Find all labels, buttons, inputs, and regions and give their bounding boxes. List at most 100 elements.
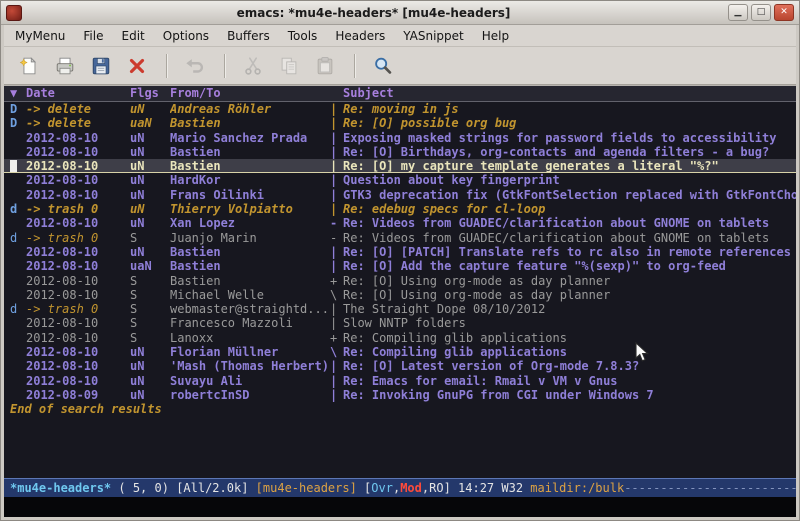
- message-mark: [10, 188, 26, 202]
- modeline-segment-red: Mod: [400, 481, 422, 495]
- message-row[interactable]: 2012-08-10SMichael Welle\Re: [O] Using o…: [4, 288, 796, 302]
- column-header-subject[interactable]: Subject: [343, 86, 796, 101]
- message-flags: uN: [130, 173, 170, 187]
- search-button[interactable]: [366, 51, 399, 81]
- column-header-date[interactable]: Date: [26, 86, 130, 101]
- titlebar[interactable]: emacs: *mu4e-headers* [mu4e-headers] ▁ □…: [1, 1, 799, 25]
- message-mark: [10, 316, 26, 330]
- save-button[interactable]: [84, 51, 117, 81]
- sort-direction-icon[interactable]: ▼: [10, 86, 26, 101]
- message-subject: Re: Compiling glib applications: [343, 345, 796, 359]
- headers-buffer[interactable]: ▼ Date Flgs From/To Subject D-> deleteuN…: [4, 85, 796, 478]
- maximize-button[interactable]: □: [751, 4, 771, 21]
- message-subject: Exposing masked strings for password fie…: [343, 131, 796, 145]
- message-flags: S: [130, 302, 170, 316]
- message-flags: uN: [130, 131, 170, 145]
- cut-button[interactable]: [236, 51, 269, 81]
- search-icon: [372, 55, 394, 77]
- modeline-segment-dashes: ----------------------------------------…: [624, 481, 796, 495]
- minimize-button[interactable]: ▁: [728, 4, 748, 21]
- message-from: Xan Lopez: [170, 216, 330, 230]
- message-row[interactable]: 2012-08-10uNMario Sanchez Prada|Exposing…: [4, 131, 796, 145]
- close-button[interactable]: ✕: [774, 4, 794, 21]
- message-row[interactable]: 2012-08-10uNBastien|Re: [O] [PATCH] Tran…: [4, 245, 796, 259]
- message-row[interactable]: 2012-08-10uN'Mash (Thomas Herbert)|Re: […: [4, 359, 796, 373]
- message-row[interactable]: D-> deleteuaNBastien|Re: [O] possible or…: [4, 116, 796, 130]
- message-row[interactable]: 2012-08-10SFrancesco Mazzoli|Slow NNTP f…: [4, 316, 796, 330]
- message-mark: d: [10, 231, 26, 245]
- message-subject: Re: Videos from GUADEC/clarification abo…: [343, 216, 796, 230]
- message-row[interactable]: d-> trash 0SJuanjo Marin-Re: Videos from…: [4, 231, 796, 245]
- message-row[interactable]: d-> trash 0Swebmaster@straightd...|The S…: [4, 302, 796, 316]
- message-from: Bastien: [170, 259, 330, 273]
- message-subject: Re: [O] Add the capture feature "%(sexp)…: [343, 259, 796, 273]
- message-from: Bastien: [170, 145, 330, 159]
- message-date: 2012-08-10: [26, 359, 130, 373]
- message-row[interactable]: 2012-08-10uNBastien|Re: [O] Birthdays, o…: [4, 145, 796, 159]
- message-from: Mario Sanchez Prada: [170, 131, 330, 145]
- echo-area[interactable]: [4, 497, 796, 517]
- cut-icon: [242, 55, 264, 77]
- message-row[interactable]: 2012-08-10uNSuvayu Ali|Re: Emacs for ema…: [4, 374, 796, 388]
- message-sep: -: [330, 216, 343, 230]
- message-row[interactable]: 2012-08-10uNFlorian Müllner\Re: Compilin…: [4, 345, 796, 359]
- print-icon: [54, 55, 76, 77]
- column-header-from[interactable]: From/To: [170, 86, 330, 101]
- message-row[interactable]: 2012-08-10SBastien+Re: [O] Using org-mod…: [4, 274, 796, 288]
- message-from: Frans Oilinki: [170, 188, 330, 202]
- message-mark: d: [10, 202, 26, 216]
- message-row[interactable]: 2012-08-10uNXan Lopez-Re: Videos from GU…: [4, 216, 796, 230]
- copy-button[interactable]: [272, 51, 305, 81]
- message-row[interactable]: 2012-08-10uaNBastien|Re: [O] Add the cap…: [4, 259, 796, 273]
- close-buffer-button[interactable]: [120, 51, 153, 81]
- modeline[interactable]: *mu4e-headers* ( 5, 0) [All/2.0k] [mu4e-…: [4, 478, 796, 497]
- message-row[interactable]: D-> deleteuNAndreas Röhler|Re: moving in…: [4, 102, 796, 116]
- menu-buffers[interactable]: Buffers: [218, 27, 279, 45]
- undo-button[interactable]: [178, 51, 211, 81]
- message-date: 2012-08-10: [26, 374, 130, 388]
- message-sep: |: [330, 388, 343, 402]
- message-date: -> trash 0: [26, 202, 130, 216]
- modeline-segment-plain: 14:27: [458, 481, 501, 495]
- message-date: -> delete: [26, 116, 130, 130]
- headers-columns-bar: ▼ Date Flgs From/To Subject: [4, 85, 796, 102]
- menu-mymenu[interactable]: MyMenu: [6, 27, 74, 45]
- message-flags: uN: [130, 102, 170, 116]
- window-icon[interactable]: [6, 5, 22, 21]
- message-sep: |: [330, 102, 343, 116]
- message-mark: [10, 345, 26, 359]
- message-from: webmaster@straightd...: [170, 302, 330, 316]
- message-date: 2012-08-10: [26, 145, 130, 159]
- message-row[interactable]: d-> trash 0uNThierry Volpiatto|Re: edebu…: [4, 202, 796, 216]
- message-flags: uN: [130, 388, 170, 402]
- message-flags: uN: [130, 202, 170, 216]
- menu-file[interactable]: File: [74, 27, 112, 45]
- menu-edit[interactable]: Edit: [113, 27, 154, 45]
- message-row[interactable]: 2012-08-10uNHardKor|Question about key f…: [4, 173, 796, 187]
- new-file-button[interactable]: [12, 51, 45, 81]
- message-subject: Re: [O] Using org-mode as day planner: [343, 288, 796, 302]
- menu-options[interactable]: Options: [154, 27, 218, 45]
- message-subject: Re: [O] possible org bug: [343, 116, 796, 130]
- message-subject: Re: edebug specs for cl-loop: [343, 202, 796, 216]
- message-from: Bastien: [170, 116, 330, 130]
- message-row[interactable]: 2012-08-10uNFrans Oilinki|GTK3 deprecati…: [4, 188, 796, 202]
- paste-button[interactable]: [308, 51, 341, 81]
- menu-yasnippet[interactable]: YASnippet: [394, 27, 473, 45]
- modeline-segment-folder: maildir:/bulk: [530, 481, 624, 495]
- print-button[interactable]: [48, 51, 81, 81]
- message-row[interactable]: 2012-08-10SLanoxx+Re: Compiling glib app…: [4, 331, 796, 345]
- message-mark: [10, 331, 26, 345]
- message-row[interactable]: 2012-08-09uNrobertcInSD|Re: Invoking Gnu…: [4, 388, 796, 402]
- column-header-flags[interactable]: Flgs: [130, 86, 170, 101]
- menu-help[interactable]: Help: [473, 27, 518, 45]
- message-subject: Re: [O] Using org-mode as day planner: [343, 274, 796, 288]
- message-list: D-> deleteuNAndreas Röhler|Re: moving in…: [4, 102, 796, 478]
- message-flags: S: [130, 231, 170, 245]
- message-subject: GTK3 deprecation fix (GtkFontSelection r…: [343, 188, 796, 202]
- message-date: 2012-08-10: [26, 316, 130, 330]
- message-sep: \: [330, 288, 343, 302]
- menu-tools[interactable]: Tools: [279, 27, 327, 45]
- menu-headers[interactable]: Headers: [326, 27, 394, 45]
- message-row[interactable]: 2012-08-10uNBastien|Re: [O] my capture t…: [4, 159, 796, 173]
